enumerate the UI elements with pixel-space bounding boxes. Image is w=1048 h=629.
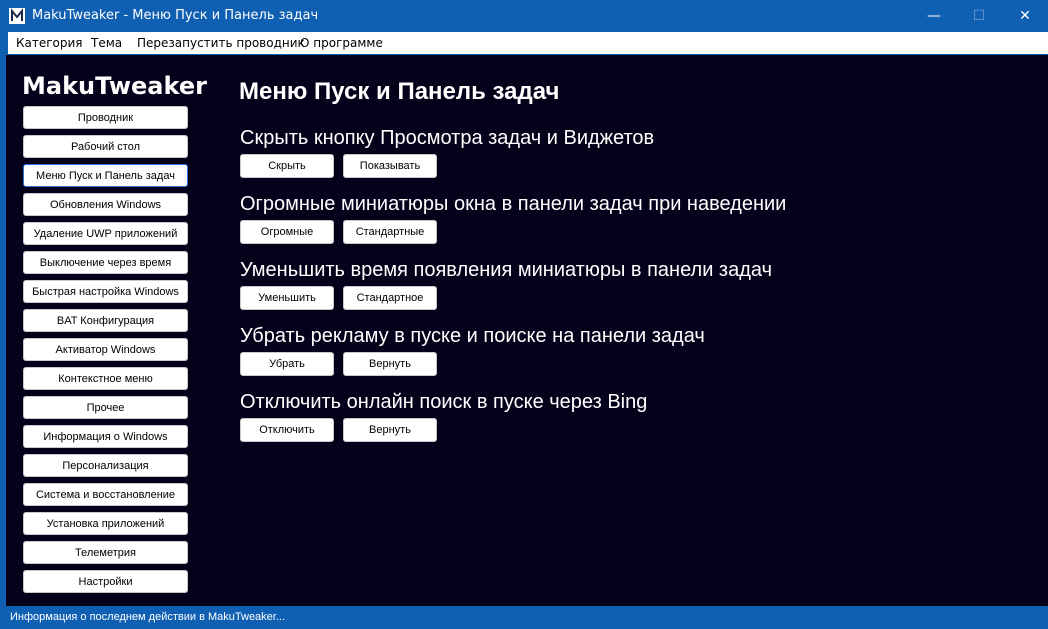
title-bar[interactable]: MakuTweaker - Меню Пуск и Панель задач —… xyxy=(0,0,1048,32)
large-thumbnails-button[interactable]: Огромные xyxy=(240,220,334,244)
section-title-bing-search: Отключить онлайн поиск в пуске через Bin… xyxy=(240,391,648,413)
status-text: Информация о последнем действии в MakuTw… xyxy=(10,611,286,623)
status-bar: Информация о последнем действии в MakuTw… xyxy=(0,606,1048,629)
sidebar-item-start-taskbar[interactable]: Меню Пуск и Панель задач xyxy=(23,164,188,187)
sidebar-item-settings[interactable]: Настройки xyxy=(23,570,188,593)
app-window: MakuTweaker - Меню Пуск и Панель задач —… xyxy=(0,0,1048,629)
sidebar-item-misc[interactable]: Прочее xyxy=(23,396,188,419)
section-title-large-thumbnails: Огромные миниатюры окна в панели задач п… xyxy=(240,193,787,215)
sidebar-item-telemetry[interactable]: Телеметрия xyxy=(23,541,188,564)
sidebar-item-personalization[interactable]: Персонализация xyxy=(23,454,188,477)
window-title: MakuTweaker - Меню Пуск и Панель задач xyxy=(32,8,319,23)
minimize-icon: — xyxy=(927,8,941,24)
section-title-hide-taskview: Скрыть кнопку Просмотра задач и Виджетов xyxy=(240,127,655,149)
maximize-button[interactable]: ☐ xyxy=(956,0,1002,32)
menu-about[interactable]: О программе xyxy=(300,35,383,51)
close-button[interactable]: ✕ xyxy=(1002,0,1048,32)
remove-ads-button[interactable]: Убрать xyxy=(240,352,334,376)
restore-bing-button[interactable]: Вернуть xyxy=(343,418,437,442)
sidebar-item-windows-info[interactable]: Информация о Windows xyxy=(23,425,188,448)
close-icon: ✕ xyxy=(1019,8,1031,24)
sidebar-item-explorer[interactable]: Проводник xyxy=(23,106,188,129)
sidebar-item-shutdown-timer[interactable]: Выключение через время xyxy=(23,251,188,274)
reduce-delay-button[interactable]: Уменьшить xyxy=(240,286,334,310)
sidebar-item-uwp-removal[interactable]: Удаление UWP приложений xyxy=(23,222,188,245)
menu-bar: Категория Тема Перезапустить проводник О… xyxy=(6,32,1048,54)
disable-bing-button[interactable]: Отключить xyxy=(240,418,334,442)
standard-delay-button[interactable]: Стандартное xyxy=(343,286,437,310)
hide-button[interactable]: Скрыть xyxy=(240,154,334,178)
sidebar-item-bat-config[interactable]: BAT Конфигурация xyxy=(23,309,188,332)
page-title: Меню Пуск и Панель задач xyxy=(239,78,560,105)
section-title-remove-ads: Убрать рекламу в пуске и поиске на панел… xyxy=(240,325,705,347)
standard-thumbnails-button[interactable]: Стандартные xyxy=(343,220,437,244)
app-title: MakuTweaker xyxy=(22,72,207,100)
sidebar-item-app-install[interactable]: Установка приложений xyxy=(23,512,188,535)
content-area: MakuTweaker Проводник Рабочий стол Меню … xyxy=(6,55,1048,606)
menu-restart-explorer[interactable]: Перезапустить проводник xyxy=(137,35,305,51)
minimize-button[interactable]: — xyxy=(911,0,957,32)
sidebar-item-context-menu[interactable]: Контекстное меню xyxy=(23,367,188,390)
sidebar-item-quick-setup[interactable]: Быстрая настройка Windows xyxy=(23,280,188,303)
menu-theme[interactable]: Тема xyxy=(91,35,122,51)
sidebar-item-system-recovery[interactable]: Система и восстановление xyxy=(23,483,188,506)
restore-ads-button[interactable]: Вернуть xyxy=(343,352,437,376)
sidebar-item-desktop[interactable]: Рабочий стол xyxy=(23,135,188,158)
maximize-icon: ☐ xyxy=(972,8,986,24)
sidebar-item-activator[interactable]: Активатор Windows xyxy=(23,338,188,361)
section-title-thumbnail-delay: Уменьшить время появления миниатюры в па… xyxy=(240,259,772,281)
app-logo-icon xyxy=(9,8,25,24)
show-button[interactable]: Показывать xyxy=(343,154,437,178)
menu-category[interactable]: Категория xyxy=(16,35,83,51)
sidebar-item-windows-update[interactable]: Обновления Windows xyxy=(23,193,188,216)
